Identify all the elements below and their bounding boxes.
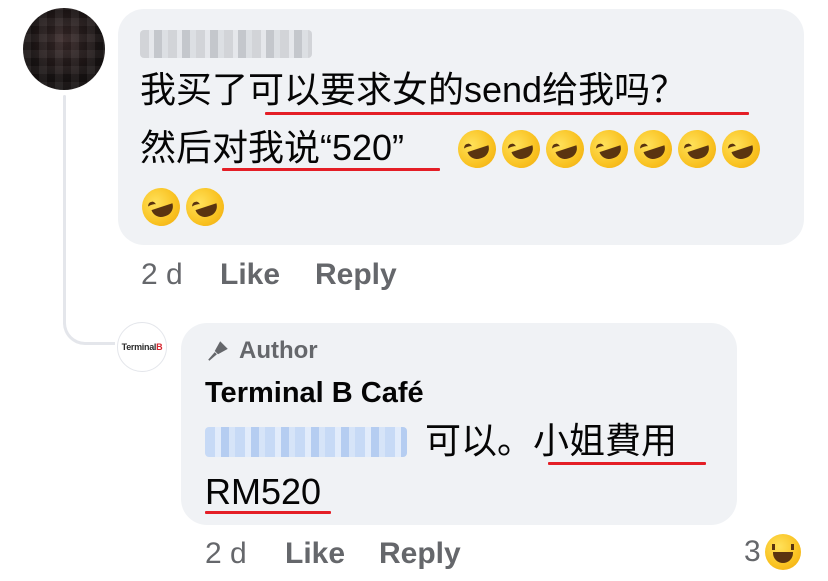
reply-underline-2	[205, 511, 331, 514]
laughing-emoji-icon	[541, 125, 589, 173]
comment-time[interactable]: 2 d	[141, 258, 183, 292]
author-badge: Author	[205, 337, 318, 365]
comment-underline-2	[222, 168, 440, 171]
laughing-emoji-icon	[453, 125, 501, 173]
comment-text-line1: 我买了可以要求女的send给我吗？	[140, 69, 687, 110]
haha-icon	[764, 534, 801, 570]
microphone-icon	[208, 341, 228, 361]
laughing-emoji-icon	[629, 125, 677, 173]
comment-text-line2: 然后对我说“520”	[140, 127, 405, 168]
thread-line	[63, 95, 66, 325]
reply-time[interactable]: 2 d	[205, 537, 247, 571]
reply-reply-button[interactable]: Reply	[379, 537, 461, 571]
laughing-emoji-icon	[137, 183, 185, 231]
laughing-emoji-icon	[497, 125, 545, 173]
laughing-emoji-icon	[717, 125, 765, 173]
mention-blurred[interactable]	[205, 427, 407, 457]
emoji-row-1	[453, 125, 765, 173]
page-logo-text: TerminalB	[121, 342, 163, 352]
laughing-emoji-icon	[585, 125, 633, 173]
comment-underline-1	[265, 112, 749, 115]
reply-like-button[interactable]: Like	[285, 537, 345, 571]
reply-text-line1: 可以。小姐費用	[425, 420, 678, 461]
laughing-emoji-icon	[181, 183, 229, 231]
reply-text-line2: RM520	[205, 471, 322, 512]
like-button[interactable]: Like	[220, 258, 280, 292]
emoji-row-2	[137, 183, 229, 231]
reply-button[interactable]: Reply	[315, 258, 397, 292]
author-badge-label: Author	[239, 337, 318, 364]
page-name[interactable]: Terminal B Café	[205, 377, 424, 410]
commenter-avatar[interactable]	[23, 8, 105, 90]
laughing-emoji-icon	[673, 125, 721, 173]
reply-underline-1	[548, 462, 706, 465]
thread-connector	[63, 300, 115, 345]
reaction-count: 3	[744, 535, 761, 568]
reaction-summary[interactable]: 3	[744, 534, 801, 570]
page-avatar[interactable]: TerminalB	[117, 322, 167, 372]
commenter-name-blurred[interactable]	[140, 30, 312, 58]
